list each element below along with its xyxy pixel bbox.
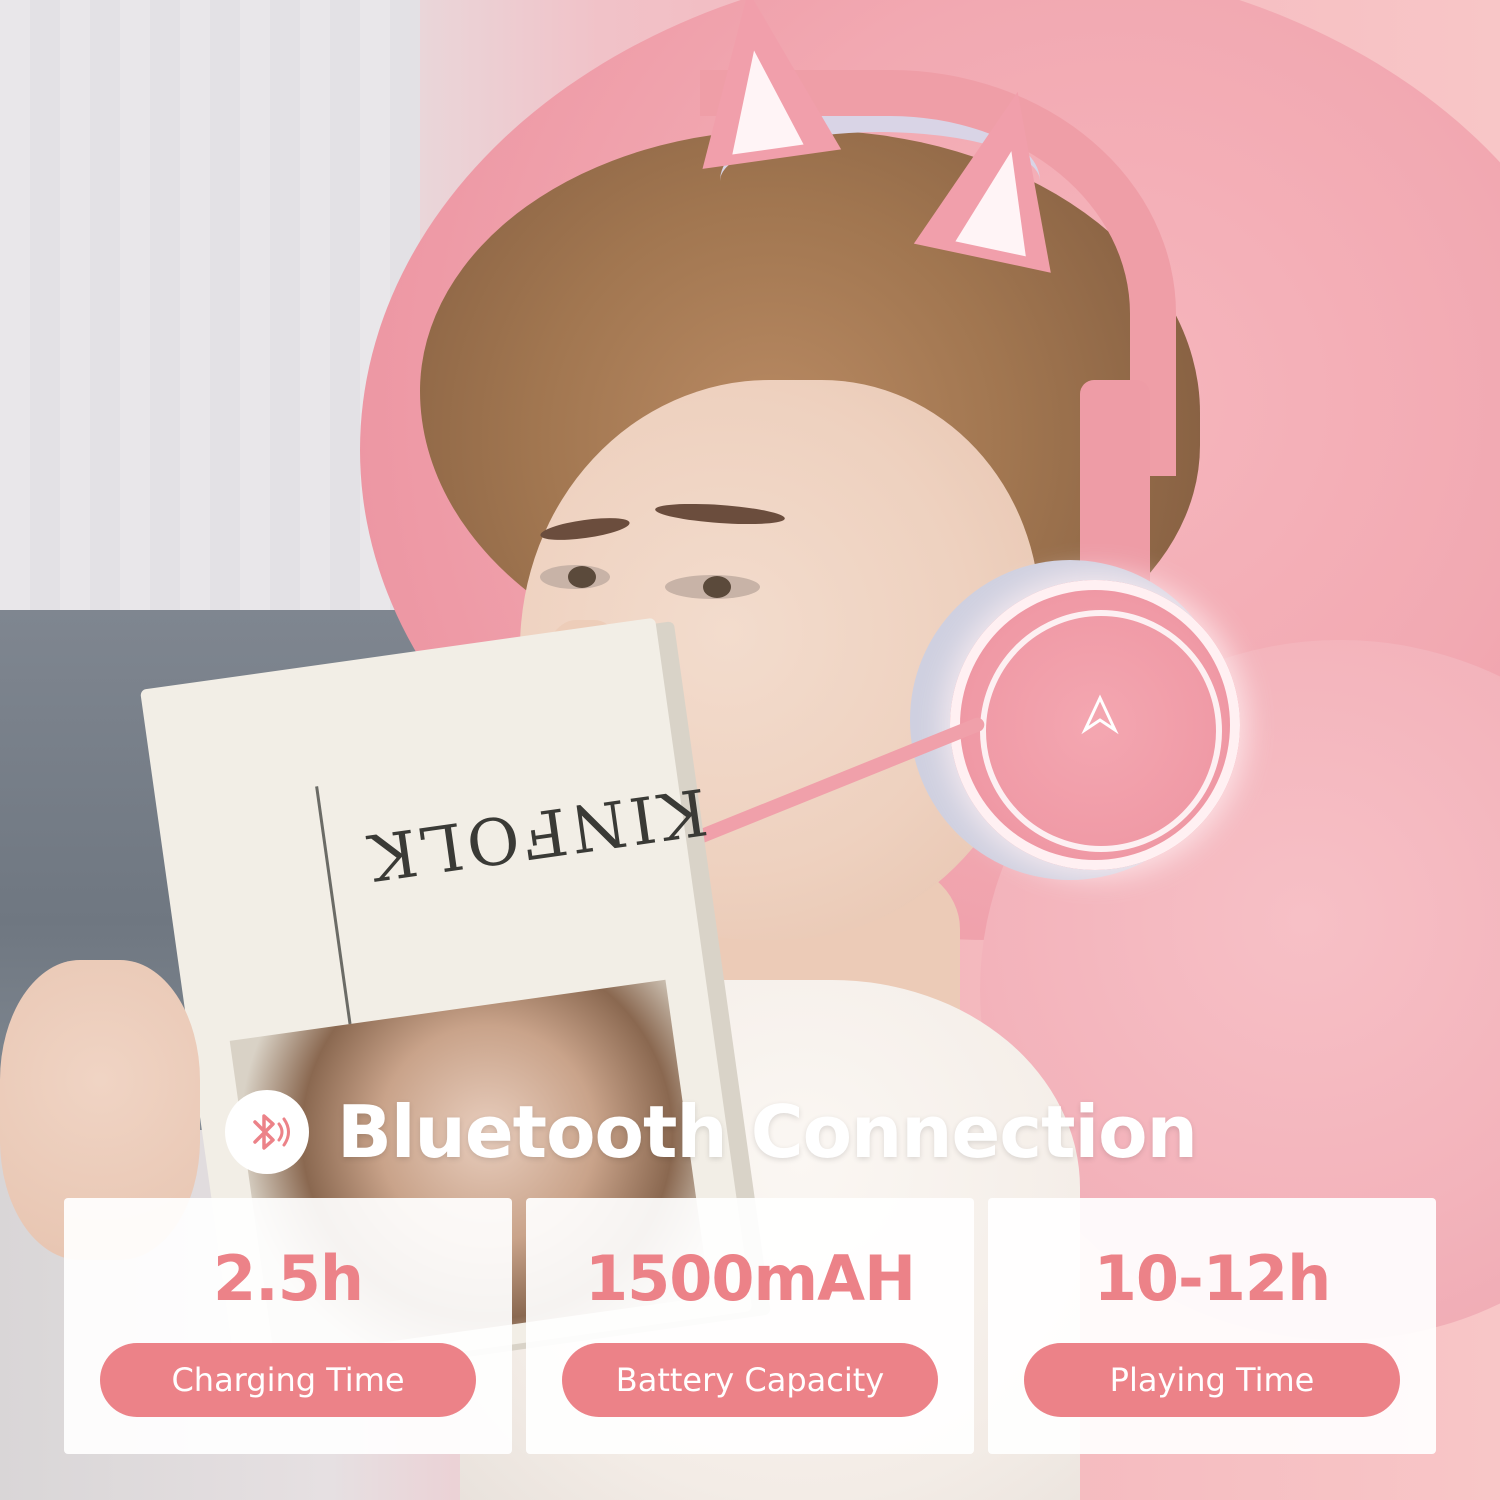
stat-value: 10-12h <box>1093 1242 1331 1315</box>
headline-title: Bluetooth Connection <box>337 1090 1198 1174</box>
stat-card-charging: 2.5h Charging Time <box>64 1198 512 1454</box>
stat-value: 2.5h <box>213 1242 364 1315</box>
bluetooth-sound-icon <box>225 1090 309 1174</box>
eye <box>665 575 760 599</box>
stat-card-playing: 10-12h Playing Time <box>988 1198 1436 1454</box>
brand-logo-icon <box>1081 694 1119 735</box>
stat-label-pill: Charging Time <box>100 1343 476 1417</box>
background-wall <box>0 0 420 640</box>
stat-cards: 2.5h Charging Time 1500mAH Battery Capac… <box>64 1198 1436 1454</box>
stat-label-pill: Playing Time <box>1024 1343 1400 1417</box>
book-rule <box>315 786 352 1025</box>
stat-label-pill: Battery Capacity <box>562 1343 938 1417</box>
product-photo: KINFOLK Bluetooth Connection 2.5h Chargi… <box>0 0 1500 1500</box>
cat-ear-light <box>718 45 804 155</box>
stat-value: 1500mAH <box>584 1242 916 1315</box>
eye <box>540 565 610 589</box>
book-title: KINFOLK <box>360 772 712 894</box>
stat-card-battery: 1500mAH Battery Capacity <box>526 1198 974 1454</box>
feature-headline: Bluetooth Connection <box>225 1082 1198 1182</box>
